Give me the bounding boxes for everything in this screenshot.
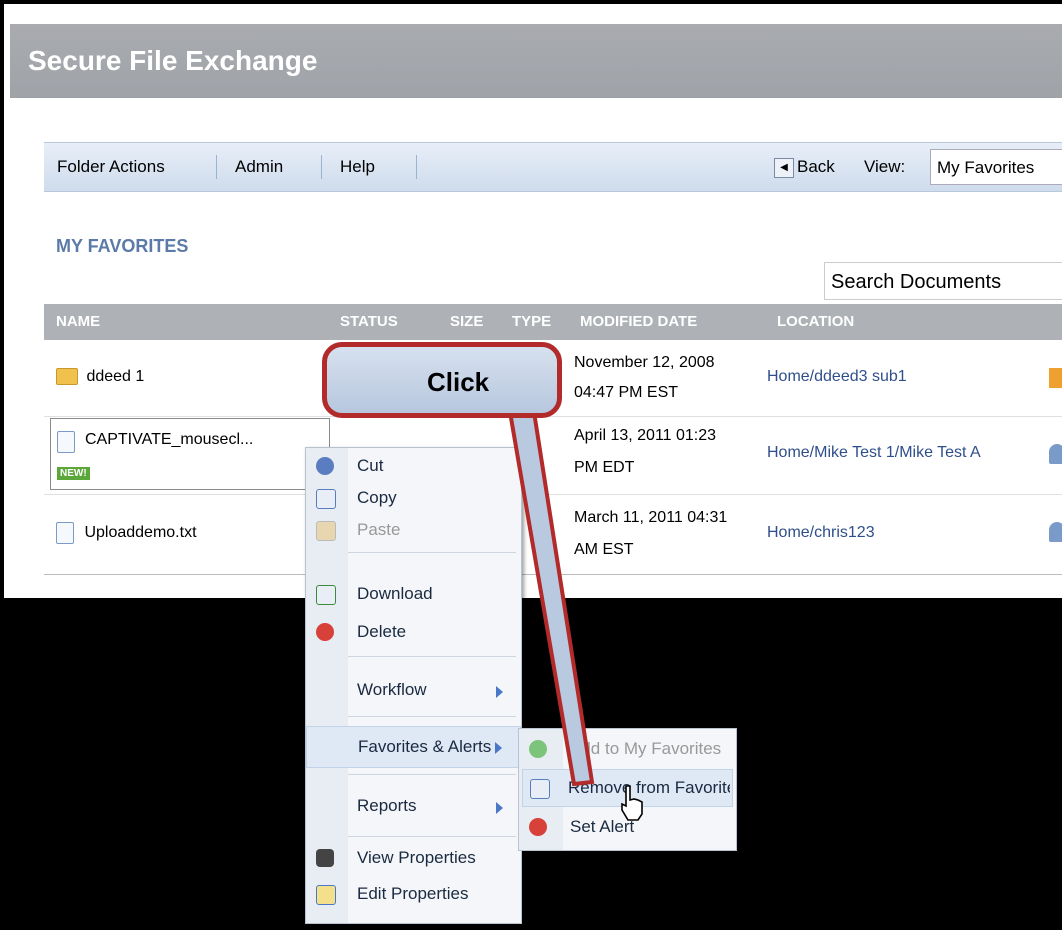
menu-item-delete[interactable]: Delete	[306, 616, 521, 648]
menu-item-reports[interactable]: Reports	[306, 790, 521, 822]
menu-item-label: Copy	[357, 488, 397, 507]
modified-date-cell: April 13, 2011 01:23 PM EDT	[574, 420, 716, 484]
menu-item-workflow[interactable]: Workflow	[306, 674, 521, 706]
back-button[interactable]: ◀ Back	[774, 155, 835, 179]
user-icon	[1049, 444, 1062, 464]
app-window: Secure File Exchange Folder Actions Admi…	[0, 0, 1062, 598]
file-name-cell[interactable]: CAPTIVATE_mousecl... NEW!	[50, 418, 330, 490]
menu-item-label: Workflow	[357, 680, 427, 699]
app-title: Secure File Exchange	[10, 24, 1062, 98]
click-callout: Click	[322, 342, 562, 418]
search-input[interactable]: Search Documents	[824, 262, 1062, 300]
menu-item-label: Reports	[357, 796, 417, 815]
table-row[interactable]: Uploaddemo.txt March 11, 2011 04:31 AM E…	[44, 494, 1062, 575]
menu-item-edit-properties[interactable]: Edit Properties	[306, 878, 521, 910]
delete-icon	[316, 623, 334, 641]
time-line: AM EST	[574, 541, 634, 558]
view-select[interactable]: My Favorites	[930, 149, 1062, 185]
date-line: March 11, 2011 04:31	[574, 509, 728, 526]
menu-item-download[interactable]: Download	[306, 578, 521, 610]
menu-item-cut[interactable]: Cut	[306, 450, 521, 482]
status-icon	[1049, 368, 1062, 388]
admin-menu[interactable]: Admin	[235, 143, 283, 191]
alert-icon	[529, 818, 547, 836]
folder-icon	[56, 368, 78, 386]
menu-separator	[348, 836, 516, 837]
column-header-name[interactable]: NAME	[56, 304, 100, 340]
download-icon	[316, 585, 336, 605]
table-header: NAME STATUS SIZE TYPE MODIFIED DATE LOCA…	[44, 304, 1062, 340]
callout-text: Click	[427, 367, 490, 397]
view-label: View:	[864, 157, 906, 176]
user-icon	[1049, 522, 1062, 542]
document-icon	[530, 779, 550, 799]
menu-item-view-properties[interactable]: View Properties	[306, 842, 521, 874]
menu-separator	[348, 552, 516, 553]
submenu-arrow-icon	[496, 802, 503, 814]
scissors-icon	[316, 457, 334, 475]
copy-icon	[316, 489, 336, 509]
menu-separator	[348, 774, 516, 775]
menu-item-label: View Properties	[357, 848, 476, 867]
menu-item-favorites-alerts[interactable]: Favorites & Alerts	[306, 726, 521, 768]
location-link[interactable]: Home/ddeed3 sub1	[767, 368, 907, 386]
menu-separator	[348, 716, 516, 717]
toolbar-separator	[321, 155, 322, 179]
menu-item-label: Delete	[357, 622, 407, 641]
column-header-modified-date[interactable]: MODIFIED DATE	[580, 304, 697, 340]
back-arrow-icon: ◀	[774, 157, 794, 178]
page-title: MY FAVORITES	[56, 236, 189, 256]
column-header-size[interactable]: SIZE	[450, 304, 483, 340]
context-menu: Cut Copy Paste Download Delete Workflow …	[305, 447, 522, 924]
folder-actions-menu[interactable]: Folder Actions	[57, 143, 165, 191]
menu-item-label: Remove from Favorites	[568, 778, 730, 797]
submenu-arrow-icon	[495, 742, 502, 754]
column-header-location[interactable]: LOCATION	[777, 304, 854, 340]
date-line: November 12, 2008	[574, 354, 715, 371]
help-menu[interactable]: Help	[340, 143, 375, 191]
menu-item-label: Edit Properties	[357, 884, 469, 903]
back-label: Back	[797, 157, 835, 176]
menu-item-label: Favorites & Alerts	[358, 737, 492, 756]
modified-date-cell: March 11, 2011 04:31 AM EST	[574, 502, 727, 566]
toolbar-separator	[416, 155, 417, 179]
file-name-cell[interactable]: Uploaddemo.txt	[56, 522, 197, 544]
document-icon	[57, 431, 75, 453]
column-header-status[interactable]: STATUS	[340, 304, 398, 340]
add-icon	[529, 740, 547, 758]
date-line: April 13, 2011 01:23	[574, 427, 717, 444]
file-name: CAPTIVATE_mousecl...	[85, 431, 254, 448]
menu-item-label: Add to My Favorites	[570, 739, 722, 758]
location-link[interactable]: Home/chris123	[767, 524, 875, 542]
column-header-type[interactable]: TYPE	[512, 304, 551, 340]
binoculars-icon	[316, 849, 334, 867]
file-name: ddeed 1	[86, 368, 145, 385]
submenu-arrow-icon	[496, 686, 503, 698]
menu-item-label: Download	[357, 584, 433, 603]
document-icon	[56, 522, 74, 544]
file-name-cell[interactable]: ddeed 1	[56, 368, 144, 386]
toolbar-separator	[216, 155, 217, 179]
menu-item-paste: Paste	[306, 514, 521, 546]
menu-item-copy[interactable]: Copy	[306, 482, 521, 514]
file-name: Uploaddemo.txt	[84, 524, 197, 542]
menu-item-add-to-favorites: Add to My Favorites	[519, 731, 736, 767]
table-row[interactable]: CAPTIVATE_mousecl... NEW! April 13, 2011…	[44, 416, 1062, 495]
edit-icon	[316, 885, 336, 905]
menu-separator	[348, 656, 516, 657]
hand-cursor-icon	[621, 785, 643, 821]
time-line: 04:47 PM EST	[574, 384, 679, 401]
modified-date-cell: November 12, 2008 04:47 PM EST	[574, 348, 715, 408]
new-badge: NEW!	[57, 467, 90, 480]
menu-item-label: Cut	[357, 456, 384, 475]
menu-item-label: Paste	[357, 520, 401, 539]
paste-icon	[316, 521, 336, 541]
time-line: PM EDT	[574, 459, 635, 476]
toolbar: Folder Actions Admin Help ◀ Back View: My…	[44, 142, 1062, 192]
location-link[interactable]: Home/Mike Test 1/Mike Test A	[767, 444, 981, 462]
